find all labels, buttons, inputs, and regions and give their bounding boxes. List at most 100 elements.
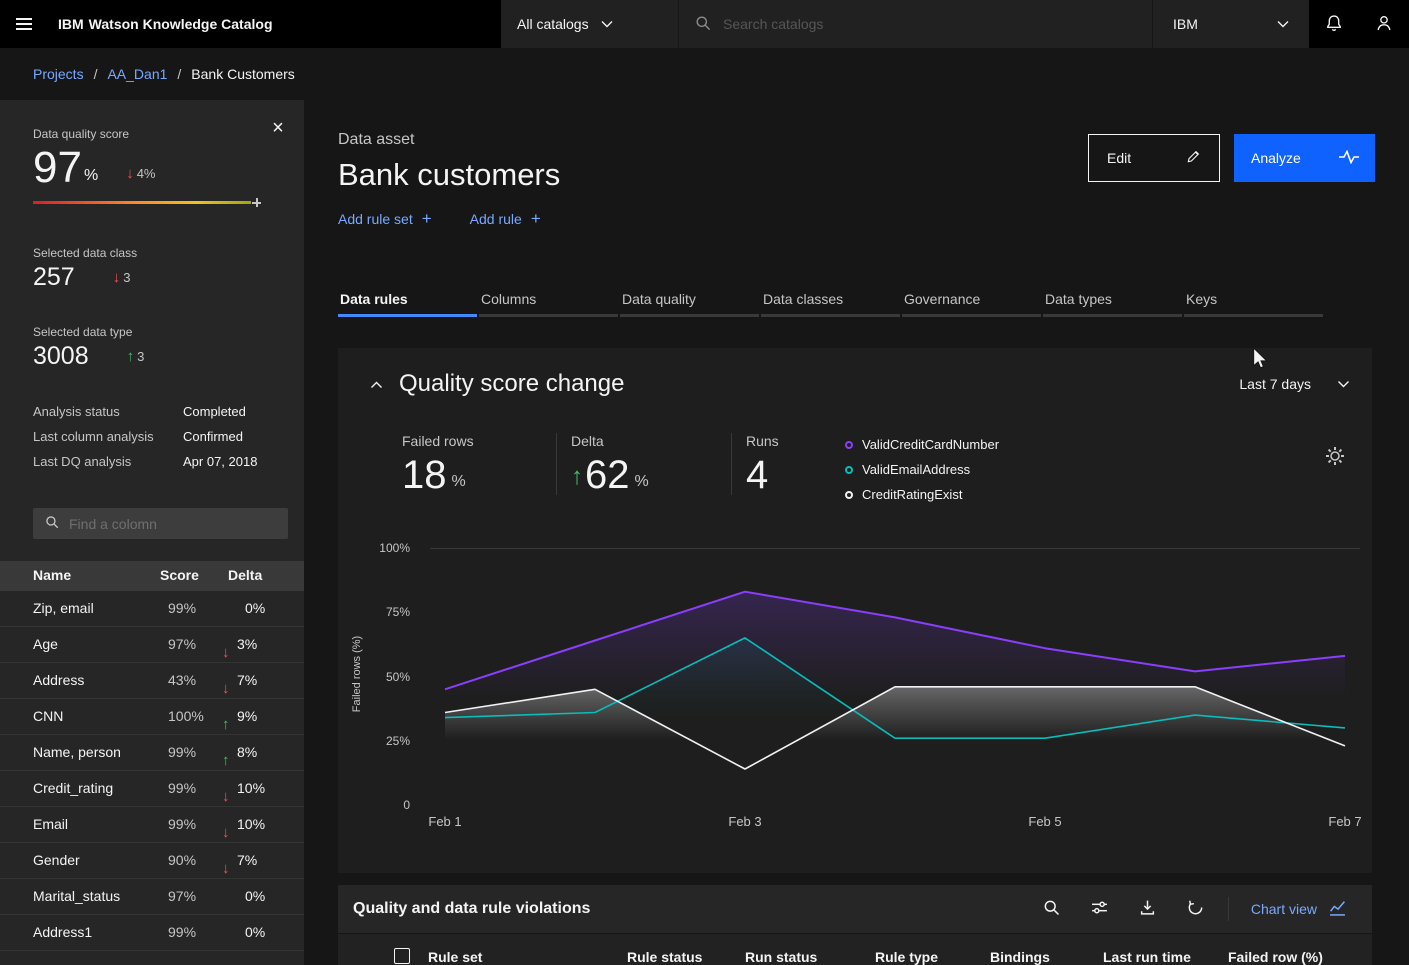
hamburger-menu-button[interactable]: [0, 0, 48, 48]
column-row[interactable]: Age97%↓3%: [0, 627, 304, 663]
column-header-name: Name: [33, 567, 71, 583]
column-score: 43%: [168, 672, 196, 688]
analyze-button[interactable]: Analyze: [1234, 134, 1375, 182]
table-download-button[interactable]: [1124, 885, 1172, 933]
legend-item[interactable]: ValidCreditCardNumber: [845, 432, 999, 457]
table-filter-button[interactable]: [1076, 885, 1124, 933]
search-icon: [695, 15, 711, 34]
quality-score-delta-value: 4%: [137, 166, 156, 181]
legend-label: CreditRatingExist: [862, 487, 962, 502]
data-class-label: Selected data class: [33, 246, 288, 260]
breadcrumb-item-aa-dan1[interactable]: AA_Dan1: [107, 66, 167, 82]
data-type-delta: ↑ 3: [127, 349, 145, 364]
metric-value: 62: [585, 455, 630, 495]
close-sidebar-button[interactable]: ×: [264, 114, 292, 142]
table-reset-button[interactable]: [1172, 885, 1220, 933]
catalog-search-input[interactable]: [723, 16, 1136, 32]
violations-panel: Quality and data rule violations: [338, 885, 1372, 965]
breadcrumb-separator: /: [177, 66, 181, 82]
edit-button[interactable]: Edit: [1088, 134, 1220, 182]
hamburger-menu-icon: [16, 18, 32, 30]
column-score: 99%: [168, 744, 196, 760]
filter-sliders-icon: [1091, 899, 1108, 919]
legend-item[interactable]: CreditRatingExist: [845, 482, 999, 507]
edit-pencil-icon: [1186, 149, 1201, 167]
analysis-row: Last column analysisConfirmed: [33, 424, 288, 449]
columns-score-table: NameScoreDelta Zip, email99%0%Age97%↓3%A…: [0, 561, 304, 951]
column-row[interactable]: Name, person99%↑8%: [0, 735, 304, 771]
column-delta: 7%: [237, 672, 257, 688]
arrow-down-icon: ↓: [113, 270, 121, 285]
chart-view-label: Chart view: [1251, 901, 1317, 917]
tab-data-types[interactable]: Data types: [1043, 291, 1182, 317]
x-axis-tick: Feb 3: [728, 814, 761, 829]
column-name: Gender: [33, 852, 80, 868]
tab-data-classes[interactable]: Data classes: [761, 291, 900, 317]
tab-data-quality[interactable]: Data quality: [620, 291, 759, 317]
x-axis-tick: Feb 1: [428, 814, 461, 829]
violations-table-header: Rule setRule statusRun statusRule typeBi…: [338, 933, 1372, 965]
chart-view-button[interactable]: Chart view: [1237, 899, 1352, 919]
column-row[interactable]: Marital_status97%0%: [0, 879, 304, 915]
plus-icon: +: [531, 209, 541, 229]
column-row[interactable]: Address199%0%: [0, 915, 304, 951]
column-score: 99%: [168, 600, 196, 616]
column-name: Credit_rating: [33, 780, 113, 796]
metric-runs: Runs 4: [731, 433, 843, 495]
column-search-input[interactable]: [69, 516, 276, 532]
asset-tabs: Data rulesColumnsData qualityData classe…: [338, 291, 1375, 317]
kpi-metrics: Failed rows18%Delta↑62%Runs4: [402, 433, 843, 495]
column-row[interactable]: Credit_rating99%↓10%: [0, 771, 304, 807]
user-menu-button[interactable]: [1359, 0, 1409, 48]
violations-column-bindings: Bindings: [990, 949, 1050, 965]
analysis-label: Last column analysis: [33, 424, 183, 449]
column-score: 97%: [168, 888, 196, 904]
analyze-button-label: Analyze: [1251, 150, 1301, 166]
tab-keys[interactable]: Keys: [1184, 291, 1323, 317]
column-name: Name, person: [33, 744, 121, 760]
column-row[interactable]: Gender90%↓7%: [0, 843, 304, 879]
column-row[interactable]: Zip, email99%0%: [0, 591, 304, 627]
all-catalogs-dropdown[interactable]: All catalogs: [501, 0, 679, 48]
breadcrumb-item-projects[interactable]: Projects: [33, 66, 84, 82]
columns-table-header: NameScoreDelta: [0, 561, 304, 591]
add-rule-button[interactable]: Add rule +: [470, 209, 541, 229]
collapse-card-button[interactable]: [366, 374, 386, 394]
column-header-score: Score: [160, 567, 199, 583]
toolbar-divider: [1228, 897, 1229, 921]
chart-settings-button[interactable]: [1322, 444, 1348, 470]
arrow-up-icon: ↑: [571, 463, 583, 495]
tab-governance[interactable]: Governance: [902, 291, 1041, 317]
analysis-label: Analysis status: [33, 399, 183, 424]
notifications-button[interactable]: [1309, 0, 1359, 48]
metric-label: Runs: [746, 433, 843, 449]
analysis-row: Last DQ analysisApr 07, 2018: [33, 449, 288, 474]
table-search-button[interactable]: [1028, 885, 1076, 933]
column-delta: 10%: [237, 816, 265, 832]
legend-item[interactable]: ValidEmailAddress: [845, 457, 999, 482]
column-name: Address: [33, 672, 84, 688]
data-class-delta: ↓ 3: [113, 270, 131, 285]
add-rule-set-button[interactable]: Add rule set +: [338, 209, 432, 229]
time-range-dropdown[interactable]: Last 7 days: [1239, 376, 1350, 392]
account-dropdown[interactable]: IBM: [1152, 0, 1309, 48]
column-delta: 7%: [237, 852, 257, 868]
column-row[interactable]: Address43%↓7%: [0, 663, 304, 699]
select-all-checkbox[interactable]: [394, 948, 410, 964]
metric-value: 4: [746, 455, 768, 495]
plus-icon: +: [422, 209, 432, 229]
tab-data-rules[interactable]: Data rules: [338, 291, 477, 317]
tab-columns[interactable]: Columns: [479, 291, 618, 317]
page-title: Bank customers: [338, 157, 560, 193]
y-axis-tick: 25%: [386, 734, 410, 748]
analysis-label: Last DQ analysis: [33, 449, 183, 474]
column-row[interactable]: Email99%↓10%: [0, 807, 304, 843]
legend-label: ValidEmailAddress: [862, 462, 970, 477]
data-quality-sidebar: × Data quality score 97 % ↓ 4% Selected …: [0, 100, 304, 965]
breadcrumb: Projects/AA_Dan1/Bank Customers: [0, 48, 1409, 100]
app-title: IBM Watson Knowledge Catalog: [48, 0, 501, 48]
brand-prefix: IBM: [58, 16, 84, 32]
column-row[interactable]: CNN100%↑9%: [0, 699, 304, 735]
chart-view-icon: [1329, 899, 1346, 919]
violations-title: Quality and data rule violations: [353, 900, 590, 918]
